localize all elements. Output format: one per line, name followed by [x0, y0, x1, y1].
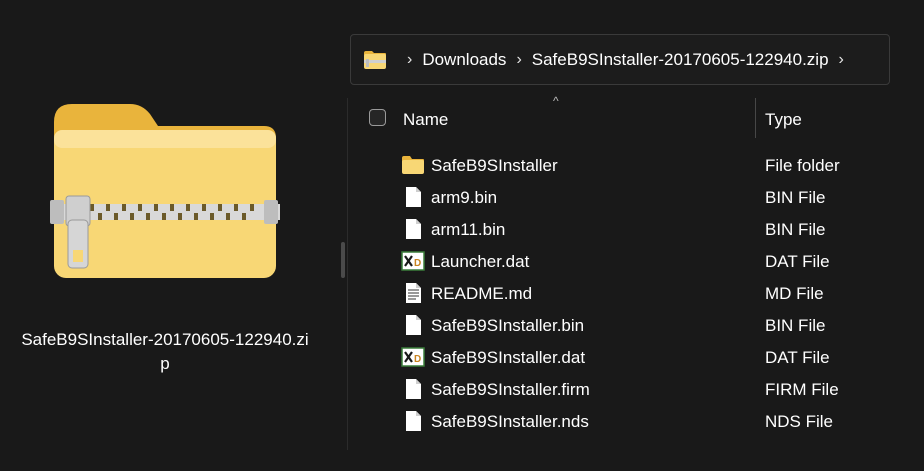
list-item[interactable]: SafeB9SInstaller File folder [355, 150, 924, 182]
file-type: BIN File [765, 220, 826, 239]
column-header-type[interactable]: Type [765, 110, 802, 130]
pane-divider [347, 98, 348, 450]
zip-folder-icon [50, 104, 280, 278]
column-header: ^ Name Type [355, 94, 924, 140]
file-type: DAT File [765, 252, 830, 271]
file-type: File folder [765, 156, 840, 175]
file-type: FIRM File [765, 380, 839, 399]
list-item[interactable]: D Launcher.dat DAT File [355, 246, 924, 278]
sort-ascending-icon: ^ [553, 94, 559, 108]
file-type: DAT File [765, 348, 830, 367]
file-type: MD File [765, 284, 824, 303]
list-item[interactable]: arm9.bin BIN File [355, 182, 924, 214]
list-item[interactable]: SafeB9SInstaller.firm FIRM File [355, 374, 924, 406]
file-name: Launcher.dat [431, 252, 530, 271]
file-name: SafeB9SInstaller [431, 156, 558, 175]
breadcrumb-downloads[interactable]: Downloads [422, 50, 506, 70]
select-all-checkbox[interactable] [369, 109, 386, 126]
file-name: README.md [431, 284, 533, 303]
folder-icon [402, 156, 424, 174]
list-item[interactable]: arm11.bin BIN File [355, 214, 924, 246]
file-list: SafeB9SInstaller File folder arm9.bin BI… [355, 150, 924, 438]
dat-file-icon: D [401, 347, 425, 367]
blank-file-icon [406, 411, 421, 431]
svg-text:D: D [414, 354, 421, 365]
chevron-right-icon[interactable]: › [407, 51, 412, 69]
file-type: NDS File [765, 412, 834, 431]
list-item[interactable]: SafeB9SInstaller.nds NDS File [355, 406, 924, 438]
column-resize-handle[interactable] [755, 98, 756, 138]
list-item[interactable]: README.md MD File [355, 278, 924, 310]
pane-resize-handle[interactable] [341, 242, 345, 278]
list-item[interactable]: D SafeB9SInstaller.dat DAT File [355, 342, 924, 374]
zip-folder-icon [364, 50, 386, 69]
file-name: SafeB9SInstaller.firm [431, 380, 590, 399]
blank-file-icon [406, 379, 421, 399]
chevron-right-icon[interactable]: › [839, 51, 844, 69]
file-type: BIN File [765, 188, 826, 207]
file-name: arm11.bin [431, 220, 506, 239]
blank-file-icon [406, 219, 421, 239]
file-type: BIN File [765, 316, 826, 335]
breadcrumb-zip-file[interactable]: SafeB9SInstaller-20170605-122940.zip [532, 50, 829, 70]
list-item[interactable]: SafeB9SInstaller.bin BIN File [355, 310, 924, 342]
address-bar[interactable]: › Downloads › SafeB9SInstaller-20170605-… [350, 34, 890, 85]
file-name: SafeB9SInstaller.nds [431, 412, 589, 431]
file-name: SafeB9SInstaller.bin [431, 316, 585, 335]
chevron-right-icon[interactable]: › [516, 51, 521, 69]
blank-file-icon [406, 315, 421, 335]
blank-file-icon [406, 187, 421, 207]
file-name: arm9.bin [431, 188, 498, 207]
dat-file-icon: D [401, 251, 425, 271]
preview-file-name: SafeB9SInstaller-20170605-122940.zip [21, 330, 309, 373]
preview-pane: SafeB9SInstaller-20170605-122940.zip [0, 0, 345, 471]
text-file-icon [406, 283, 421, 303]
file-name: SafeB9SInstaller.dat [431, 348, 586, 367]
column-header-name[interactable]: Name [403, 110, 448, 130]
svg-text:D: D [414, 258, 421, 269]
